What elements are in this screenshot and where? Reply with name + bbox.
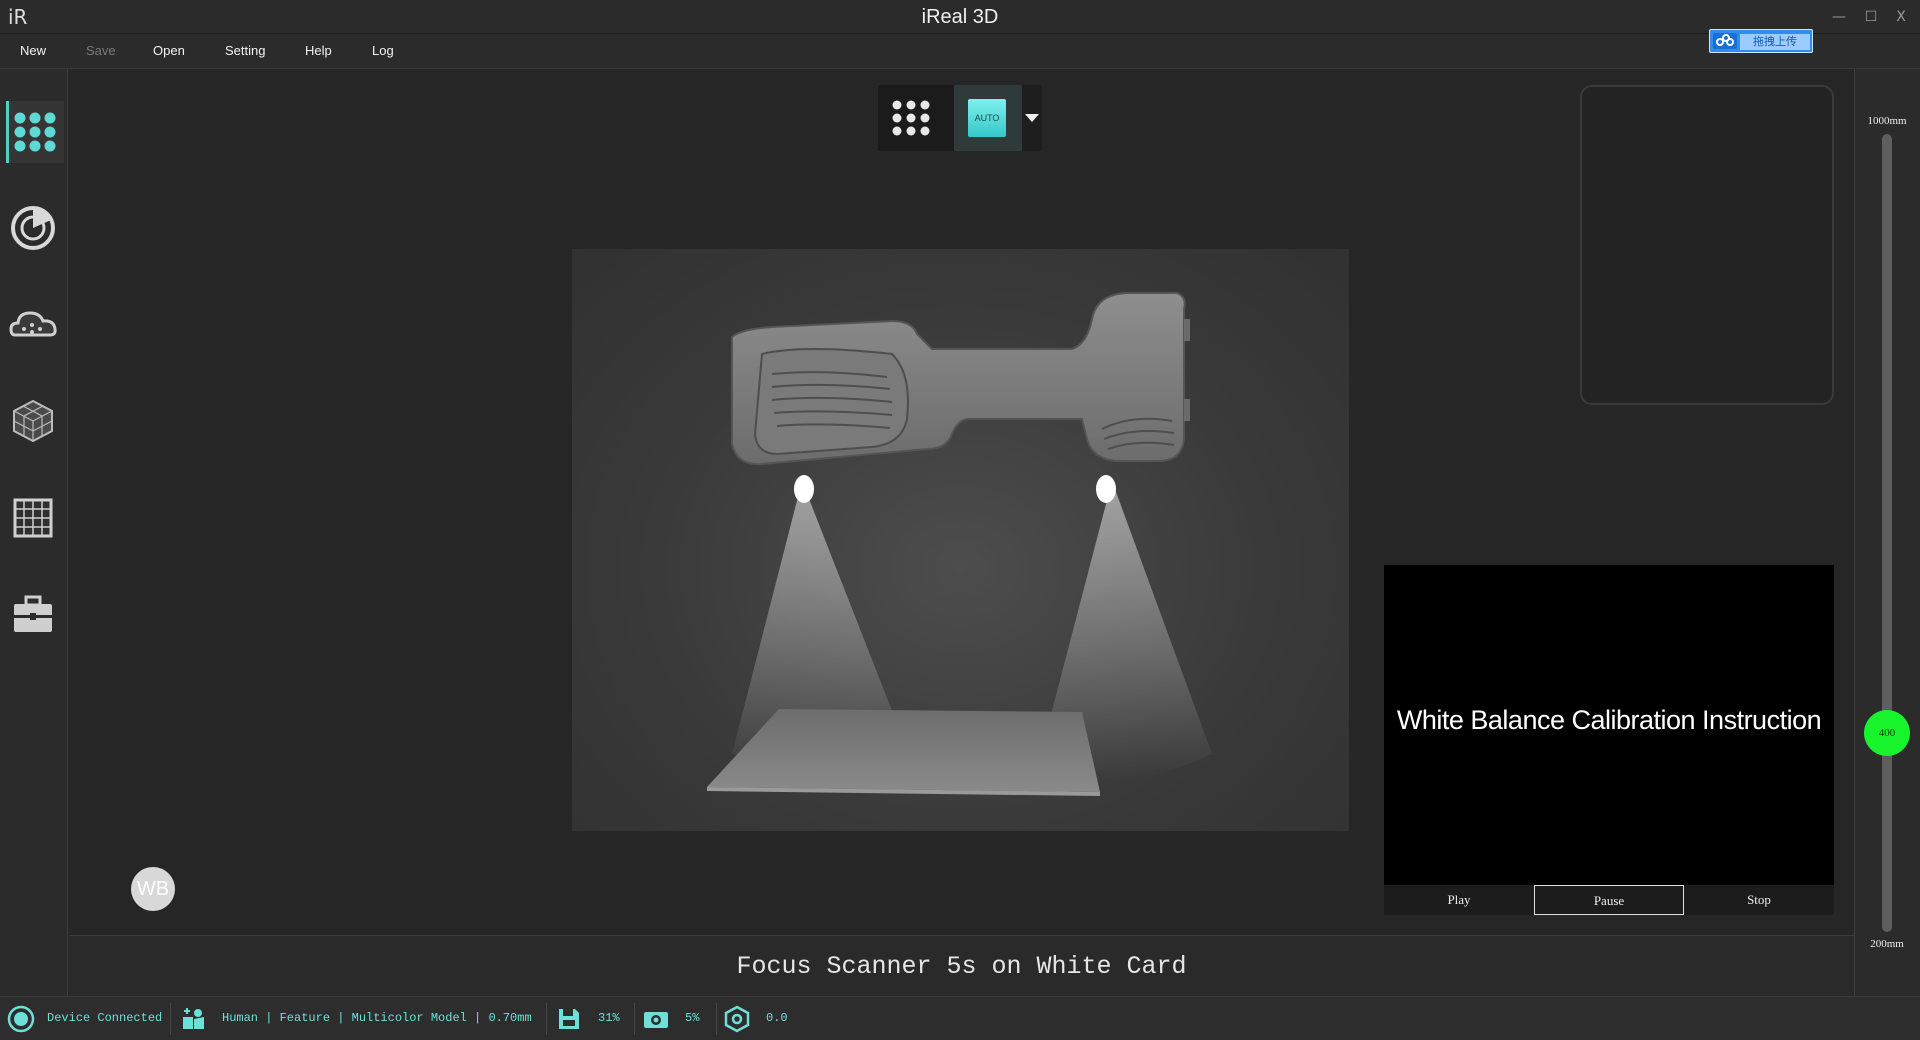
left-sidebar [0, 69, 68, 996]
close-button[interactable]: X [1890, 6, 1912, 28]
storage-icon [559, 1009, 579, 1029]
menu-help[interactable]: Help [305, 43, 332, 58]
sidebar-item-scan-mode[interactable] [6, 101, 64, 163]
white-balance-button[interactable]: WB [131, 867, 175, 911]
status-separator [716, 1003, 717, 1035]
cloud-upload-icon [1713, 33, 1737, 49]
menu-setting[interactable]: Setting [225, 43, 265, 58]
status-separator [546, 1003, 547, 1035]
camera-icon [644, 1012, 668, 1028]
stop-button[interactable]: Stop [1684, 885, 1834, 915]
upload-badge-label: 拖拽上传 [1740, 34, 1810, 50]
sidebar-item-toolbox[interactable] [6, 583, 64, 645]
scanner-illustration [707, 292, 1212, 796]
device-status-text: Device Connected [47, 1011, 163, 1025]
mode-dropdown-button[interactable] [1022, 85, 1042, 151]
status-separator [634, 1003, 635, 1035]
instruction-bar: Focus Scanner 5s on White Card [69, 935, 1854, 996]
dot-mode-button[interactable] [878, 85, 944, 151]
storage-usage-text: 31% [598, 1011, 620, 1025]
distance-min-label: 200mm [1870, 938, 1904, 950]
pause-button[interactable]: Pause [1534, 885, 1684, 915]
menu-open[interactable]: Open [153, 43, 185, 58]
menu-save[interactable]: Save [86, 43, 116, 58]
maximize-button[interactable]: ☐ [1860, 6, 1882, 28]
status-separator [170, 1003, 171, 1035]
window-title: iReal 3D [921, 6, 999, 28]
menu-bar: New Save Open Setting Help Log [0, 34, 1920, 69]
upload-badge[interactable]: 拖拽上传 [1709, 29, 1813, 53]
play-button[interactable]: Play [1384, 885, 1534, 915]
auto-mode-label: AUTO [968, 99, 1006, 137]
dial-icon [11, 206, 55, 250]
hexagon-icon [724, 1005, 750, 1033]
dot-grid-icon [14, 112, 56, 152]
menu-log[interactable]: Log [372, 43, 394, 58]
chevron-down-icon [1025, 114, 1039, 122]
toolbox-icon [14, 595, 52, 632]
minimize-button[interactable]: — [1828, 6, 1850, 28]
human-feature-icon [183, 1008, 204, 1029]
mesh-cube-icon [13, 399, 53, 443]
cloud-icon [9, 311, 57, 337]
auto-mode-button[interactable]: AUTO [954, 85, 1022, 151]
camera-usage-text: 5% [685, 1011, 700, 1025]
hex-value-text: 0.0 [766, 1011, 788, 1025]
distance-slider-handle[interactable]: 400 [1864, 709, 1910, 756]
instruction-text: Focus Scanner 5s on White Card [736, 952, 1187, 981]
distance-max-label: 1000mm [1867, 115, 1907, 127]
device-status-icon [7, 1005, 35, 1033]
scan-profile-text: Human | Feature | Multicolor Model | 0.7… [222, 1011, 532, 1025]
sidebar-item-grid[interactable] [6, 487, 64, 549]
status-bar: Device Connected Human | Feature | Multi… [0, 996, 1920, 1040]
sidebar-item-calibration[interactable] [6, 197, 64, 259]
instruction-video: White Balance Calibration Instruction [1384, 565, 1834, 885]
camera-preview [1580, 85, 1834, 405]
title-bar: iR iReal 3D — ☐ X [0, 0, 1920, 34]
video-controls: Play Pause Stop [1384, 885, 1834, 915]
distance-slider-track[interactable] [1882, 134, 1892, 932]
dot-grid-icon [892, 100, 930, 136]
grid-icon [13, 498, 53, 538]
menu-new[interactable]: New [20, 43, 46, 58]
video-title: White Balance Calibration Instruction [1396, 705, 1822, 735]
calibration-illustration [572, 249, 1349, 831]
sidebar-item-cloud[interactable] [6, 295, 64, 357]
sidebar-item-mesh[interactable] [6, 389, 64, 451]
